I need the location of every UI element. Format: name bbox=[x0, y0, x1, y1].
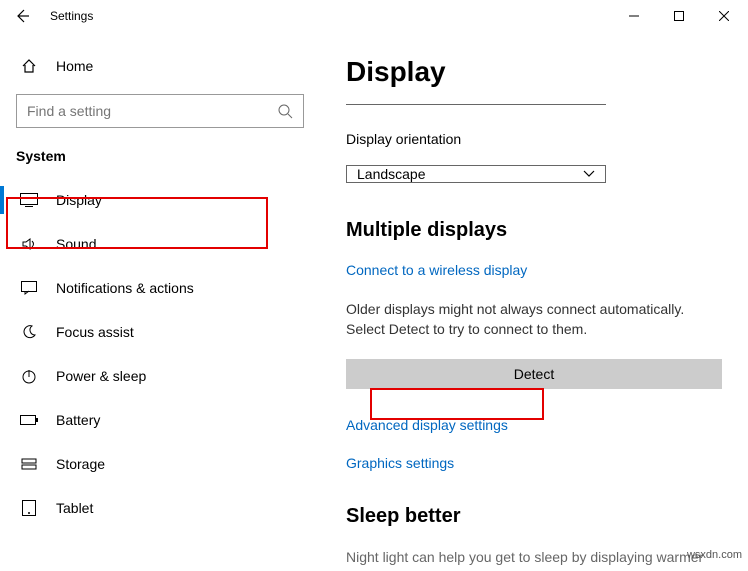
sidebar-item-label: Tablet bbox=[56, 500, 93, 516]
detect-button[interactable]: Detect bbox=[346, 359, 722, 389]
slider-placeholder bbox=[346, 104, 606, 105]
sidebar-item-storage[interactable]: Storage bbox=[0, 442, 320, 486]
app-title: Settings bbox=[50, 9, 93, 23]
sidebar-item-power-sleep[interactable]: Power & sleep bbox=[0, 354, 320, 398]
home-nav[interactable]: Home bbox=[0, 48, 320, 84]
message-icon bbox=[20, 281, 38, 295]
moon-icon bbox=[20, 324, 38, 340]
main-content: Display Display orientation Landscape Mu… bbox=[320, 32, 748, 571]
speaker-icon bbox=[20, 236, 38, 252]
sleep-better-heading: Sleep better bbox=[346, 505, 722, 528]
maximize-button[interactable] bbox=[656, 1, 701, 31]
orientation-label: Display orientation bbox=[346, 131, 722, 147]
storage-icon bbox=[20, 456, 38, 472]
close-icon bbox=[719, 11, 729, 21]
sidebar-item-label: Display bbox=[56, 192, 102, 208]
close-button[interactable] bbox=[701, 1, 746, 31]
sidebar-item-label: Notifications & actions bbox=[56, 280, 194, 296]
arrow-left-icon bbox=[14, 8, 30, 24]
minimize-icon bbox=[629, 11, 639, 21]
search-input[interactable] bbox=[27, 103, 277, 119]
graphics-settings-link[interactable]: Graphics settings bbox=[346, 455, 722, 471]
sidebar-item-label: Power & sleep bbox=[56, 368, 146, 384]
orientation-value: Landscape bbox=[357, 166, 426, 182]
search-icon bbox=[277, 103, 293, 119]
battery-icon bbox=[20, 415, 38, 425]
power-icon bbox=[20, 368, 38, 384]
back-button[interactable] bbox=[12, 6, 32, 26]
maximize-icon bbox=[674, 11, 684, 21]
multiple-displays-heading: Multiple displays bbox=[346, 219, 722, 242]
search-box[interactable] bbox=[16, 94, 304, 128]
sidebar: Home System Display Sound bbox=[0, 32, 320, 571]
tablet-icon bbox=[20, 500, 38, 516]
titlebar: Settings bbox=[0, 0, 748, 32]
detect-description: Older displays might not always connect … bbox=[346, 300, 722, 339]
orientation-select[interactable]: Landscape bbox=[346, 165, 606, 183]
category-title: System bbox=[0, 142, 320, 178]
sidebar-item-tablet[interactable]: Tablet bbox=[0, 486, 320, 530]
sidebar-item-label: Focus assist bbox=[56, 324, 134, 340]
sidebar-item-label: Sound bbox=[56, 236, 96, 252]
sidebar-item-label: Storage bbox=[56, 456, 105, 472]
sidebar-item-sound[interactable]: Sound bbox=[0, 222, 320, 266]
page-title: Display bbox=[346, 56, 722, 88]
minimize-button[interactable] bbox=[611, 1, 656, 31]
sidebar-item-notifications[interactable]: Notifications & actions bbox=[0, 266, 320, 310]
sidebar-item-battery[interactable]: Battery bbox=[0, 398, 320, 442]
connect-wireless-link[interactable]: Connect to a wireless display bbox=[346, 262, 722, 278]
sleep-better-desc: Night light can help you get to sleep by… bbox=[346, 548, 722, 568]
sidebar-item-label: Battery bbox=[56, 412, 100, 428]
nav-list: Display Sound Notifications & actions Fo… bbox=[0, 178, 320, 530]
home-label: Home bbox=[56, 58, 93, 74]
sidebar-item-display[interactable]: Display bbox=[0, 178, 320, 222]
advanced-display-link[interactable]: Advanced display settings bbox=[346, 417, 722, 433]
chevron-down-icon bbox=[583, 170, 595, 178]
monitor-icon bbox=[20, 193, 38, 207]
watermark: wsxdn.com bbox=[687, 549, 742, 561]
sidebar-item-focus-assist[interactable]: Focus assist bbox=[0, 310, 320, 354]
home-icon bbox=[20, 58, 38, 74]
